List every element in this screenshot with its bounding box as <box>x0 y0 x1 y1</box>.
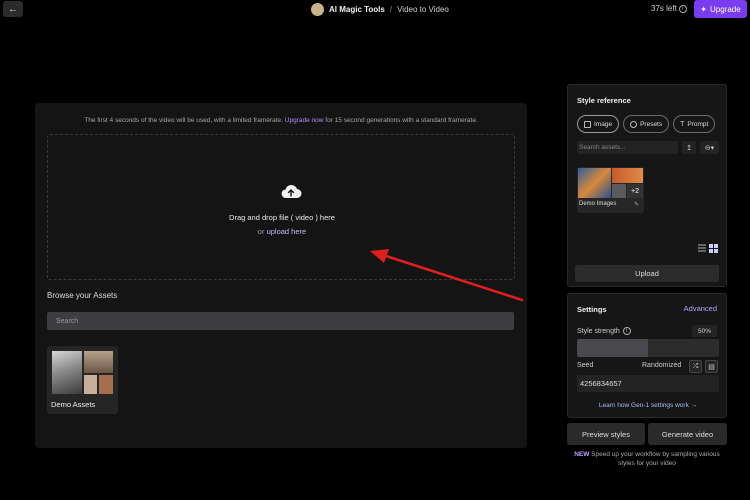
notice-suffix: for 15 second generations with a standar… <box>325 117 478 124</box>
style-strength-label: Style strength <box>577 327 620 335</box>
asset-thumbnail <box>84 375 97 394</box>
slider-fill <box>577 339 648 357</box>
tab-prompt[interactable]: T Prompt <box>673 115 716 133</box>
breadcrumb-separator: / <box>389 4 393 14</box>
tab-image[interactable]: Image <box>577 115 620 133</box>
palette-icon <box>630 120 638 128</box>
dropzone-title: Drag and drop file ( video ) here <box>229 213 335 222</box>
breadcrumb: AI Magic Tools / Video to Video <box>311 2 449 16</box>
promo-message: Speed up your workflow by sampling vario… <box>591 451 720 467</box>
upload-asset-button[interactable]: ↥ <box>682 141 696 154</box>
style-reference-title: Style reference <box>577 96 631 105</box>
randomized-label: Randomized <box>642 362 682 369</box>
style-search-placeholder: Search assets... <box>579 144 626 151</box>
copy-seed-button[interactable]: ▤ <box>705 360 718 373</box>
time-left-text: 37s left <box>651 4 677 13</box>
style-search-input[interactable]: Search assets... <box>577 141 678 154</box>
tab-presets-label: Presets <box>640 120 663 128</box>
credits-remaining: 37s left i <box>651 4 687 13</box>
notice-prefix: The first 4 seconds of the video will be… <box>84 117 283 124</box>
framerate-notice: The first 4 seconds of the video will be… <box>35 117 527 124</box>
generate-video-button[interactable]: Generate video <box>648 423 727 445</box>
shuffle-icon: ⤮ <box>692 362 699 370</box>
assets-search-input[interactable]: Search <box>47 312 514 330</box>
asset-folder-card[interactable]: Demo Assets <box>47 346 118 414</box>
asset-thumbnail <box>52 351 82 394</box>
breadcrumb-app[interactable]: AI Magic Tools <box>329 5 385 14</box>
asset-thumbnail <box>99 375 113 394</box>
asset-thumbnail <box>84 351 113 373</box>
style-ref-card[interactable]: +2 Demo Images ✎ <box>577 167 644 213</box>
style-ref-thumbnail <box>578 168 611 198</box>
style-reference-panel: Style reference Image Presets T Prompt S… <box>567 84 727 287</box>
asset-folder-name: Demo Assets <box>51 400 96 409</box>
style-strength-value[interactable]: 50% <box>692 325 717 337</box>
style-strength-label-row: Style strength i <box>577 327 631 335</box>
style-tabs: Image Presets T Prompt <box>577 115 716 133</box>
shuffle-seed-button[interactable]: ⤮ <box>689 360 702 373</box>
seed-label: Seed <box>577 362 594 369</box>
style-strength-slider[interactable] <box>577 339 719 357</box>
arrow-left-icon: ← <box>8 3 18 15</box>
browse-assets-title: Browse your Assets <box>47 291 118 300</box>
main-panel: The first 4 seconds of the video will be… <box>35 103 527 448</box>
more-count-badge: +2 <box>627 184 643 198</box>
filter-dropdown[interactable]: ⊖▾ <box>700 141 719 154</box>
filter-icon: ⊖▾ <box>704 144 715 152</box>
tab-prompt-label: Prompt <box>687 120 709 128</box>
list-view-icon[interactable] <box>698 244 706 252</box>
seed-input[interactable]: 4256834657 <box>577 375 719 392</box>
tab-presets[interactable]: Presets <box>623 115 670 133</box>
image-icon <box>584 120 591 128</box>
dropzone-or: or <box>257 227 265 236</box>
clipboard-icon: ▤ <box>708 363 715 371</box>
info-icon[interactable]: i <box>678 4 687 13</box>
settings-title: Settings <box>577 305 607 314</box>
cloud-upload-icon <box>281 184 302 198</box>
style-ref-thumbnail <box>612 184 626 198</box>
sparkle-icon: ✦ <box>700 4 707 14</box>
style-ref-name: Demo Images <box>579 201 617 207</box>
upload-arrow-icon: ↥ <box>686 144 692 152</box>
promo-text: NEW Speed up your workflow by sampling v… <box>567 450 727 468</box>
advanced-link[interactable]: Advanced <box>684 304 717 313</box>
assets-search-placeholder: Search <box>56 317 79 325</box>
back-button[interactable]: ← <box>3 1 23 17</box>
upgrade-label: Upgrade <box>710 4 741 14</box>
learn-settings-link[interactable]: Learn how Gen-1 settings work → <box>568 402 728 409</box>
settings-panel: Settings Advanced Style strength i 50% S… <box>567 293 727 418</box>
top-bar: ← AI Magic Tools / Video to Video 37s le… <box>0 0 750 18</box>
breadcrumb-page: Video to Video <box>397 4 449 14</box>
video-dropzone[interactable]: Drag and drop file ( video ) here or upl… <box>47 134 515 280</box>
preview-styles-button[interactable]: Preview styles <box>567 423 645 445</box>
upgrade-button[interactable]: ✦ Upgrade <box>694 0 747 18</box>
dropzone-subtitle: or upload here <box>48 227 516 236</box>
new-tag: NEW <box>574 451 590 458</box>
tab-image-label: Image <box>594 120 613 128</box>
info-icon[interactable]: i <box>622 327 631 335</box>
avatar[interactable] <box>311 2 324 16</box>
upload-button[interactable]: Upload <box>575 265 719 282</box>
upload-here-link[interactable]: upload here <box>267 227 307 236</box>
text-icon: T <box>680 120 685 128</box>
grid-view-icon[interactable] <box>709 244 718 253</box>
upgrade-now-link[interactable]: Upgrade now <box>285 117 324 124</box>
view-toggle <box>698 244 718 253</box>
pin-icon[interactable]: ✎ <box>634 201 639 208</box>
style-ref-thumbnail <box>612 168 643 183</box>
